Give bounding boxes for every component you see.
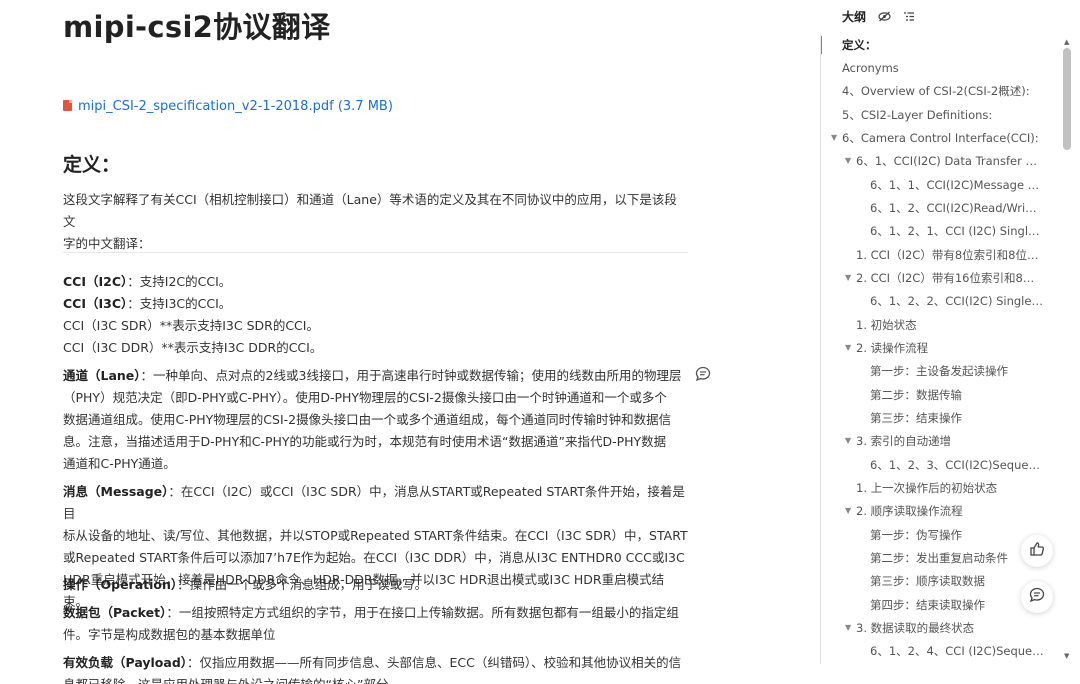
outline-item[interactable]: 第一步：主设备发起读操作 — [870, 361, 1041, 381]
outline-item[interactable]: 1. 上一次操作后的初始状态 — [856, 478, 1041, 498]
definition-list: CCI（I2C）：支持I2C的CCI。 CCI（I3C）：支持I3C的CCI。 … — [63, 271, 688, 359]
comment-icon[interactable] — [695, 366, 711, 382]
definition-item: CCI（I3C SDR）**表示支持I3C SDR的CCI。 — [63, 318, 319, 333]
outline-item[interactable]: 5、CSI2-Layer Definitions: — [842, 105, 1042, 125]
outline-item[interactable]: Acronyms — [842, 58, 1042, 78]
scroll-up-arrow-icon[interactable]: ▲ — [1064, 38, 1069, 46]
outline-item[interactable]: 2. CCI（I2C）带有16位索引和8位数据 — [856, 268, 1036, 288]
thumbs-up-icon — [1029, 541, 1045, 561]
divider — [63, 252, 688, 253]
outline-item[interactable]: 6、1、2、2、CCI(I2C) Single Read — [870, 291, 1043, 311]
active-indicator — [821, 36, 822, 54]
outline-item[interactable]: 3. 数据读取的最终状态 — [856, 618, 1041, 638]
outline-item[interactable]: 第二步：发出重复启动条件 — [870, 548, 1020, 568]
like-button[interactable] — [1021, 535, 1053, 567]
outline-item[interactable]: 4、Overview of CSI-2(CSI-2概述): — [842, 81, 1042, 101]
outline-item[interactable]: 2. 读操作流程 — [856, 338, 1041, 358]
definition-item: CCI（I2C）：支持I2C的CCI。 — [63, 274, 232, 289]
outline-scrollbar[interactable]: ▲ ▼ — [1061, 34, 1073, 664]
collapse-caret-icon[interactable]: ▼ — [845, 338, 851, 358]
scroll-down-arrow-icon[interactable]: ▼ — [1064, 652, 1069, 660]
collapse-caret-icon[interactable]: ▼ — [845, 151, 851, 171]
section-heading: 定义： — [63, 154, 121, 176]
outline-item[interactable]: 3. 索引的自动递增 — [856, 431, 1041, 451]
outline-item[interactable]: 6、1、2、CCI(I2C)Read/Write Operations — [870, 198, 1037, 218]
pdf-attachment[interactable]: mipi_CSI-2_specification_v2-1-2018.pdf (… — [63, 99, 393, 114]
outline-item[interactable]: 1. CCI（I2C）带有8位索引和8位数据 — [856, 245, 1041, 265]
eye-off-icon[interactable] — [878, 10, 891, 24]
outline-item[interactable]: 定义： — [842, 35, 1042, 55]
lane-definition: 通道（Lane）：一种单向、点对点的2线或3线接口，用于高速串行时钟或数据传输；… — [63, 368, 682, 471]
outline-item[interactable]: 6、1、CCI(I2C) Data Transfer Protocol — [856, 151, 1041, 171]
scrollbar-thumb[interactable] — [1063, 48, 1071, 150]
outline-item[interactable]: 2. 顺序读取操作流程 — [856, 501, 1041, 521]
definition-item: CCI（I3C DDR）**表示支持I3C DDR的CCI。 — [63, 340, 323, 355]
intro-line: 这段文字解释了有关CCI（相机控制接口）和通道（Lane）等术语的定义及其在不同… — [63, 192, 677, 229]
payload-definition: 有效负载（Payload）：仅指应用数据——所有同步信息、头部信息、ECC（纠错… — [63, 655, 682, 684]
comment-button[interactable] — [1021, 581, 1053, 613]
outline-item[interactable]: 6、1、2、1、CCI (I2C) Single Read — [870, 221, 1041, 241]
outline-item[interactable]: 6、Camera Control Interface(CCI): — [842, 128, 1052, 148]
packet-definition: 数据包（Packet）：一组按照特定方式组织的字节，用于在接口上传输数据。所有数… — [63, 605, 679, 642]
pdf-file-icon — [63, 100, 72, 111]
outline-title: 大纲 — [842, 10, 867, 24]
article: mipi-csi2协议翻译 mipi_CSI-2_specification_v… — [63, 0, 688, 684]
attachment-size: (3.7 MB) — [337, 99, 393, 114]
page-title: mipi-csi2协议翻译 — [63, 10, 331, 44]
collapse-caret-icon[interactable]: ▼ — [845, 268, 851, 288]
outline-panel: 定义： Acronyms 4、Overview of CSI-2(CSI-2概述… — [820, 34, 1061, 664]
outline-item[interactable]: 6、1、1、CCI(I2C)Message Type: — [870, 175, 1043, 195]
outline-item[interactable]: 6、1、2、3、CCI(I2C)Sequential Read — [870, 455, 1043, 475]
outline-item[interactable]: 6、1、2、4、CCI (I2C)Sequential Read — [870, 641, 1045, 661]
outline-header: 大纲 — [842, 8, 915, 25]
collapse-caret-icon[interactable]: ▼ — [831, 128, 837, 148]
outline-item[interactable]: 第三步：顺序读取数据 — [870, 571, 1041, 591]
outline-item[interactable]: 第二步：数据传输 — [870, 385, 1041, 405]
comment-icon — [1029, 587, 1045, 607]
outline-item[interactable]: 1. 初始状态 — [856, 315, 1041, 335]
operation-definition: 操作（Operation）：操作由一个或多个消息组成，用于读或写。 — [63, 577, 428, 592]
outline-item[interactable]: 第四步：结束读取操作 — [870, 595, 1041, 615]
outline-list-icon[interactable] — [903, 10, 915, 24]
intro-paragraph: 这段文字解释了有关CCI（相机控制接口）和通道（Lane）等术语的定义及其在不同… — [63, 189, 688, 255]
outline-item[interactable]: 第三步：结束操作 — [870, 408, 1041, 428]
collapse-caret-icon[interactable]: ▼ — [845, 431, 851, 451]
attachment-filename[interactable]: mipi_CSI-2_specification_v2-1-2018.pdf — [78, 99, 334, 114]
outline-item[interactable]: 第一步：伪写操作 — [870, 525, 1041, 545]
definition-item: CCI（I3C）：支持I3C的CCI。 — [63, 296, 232, 311]
collapse-caret-icon[interactable]: ▼ — [845, 501, 851, 521]
collapse-caret-icon[interactable]: ▼ — [845, 618, 851, 638]
